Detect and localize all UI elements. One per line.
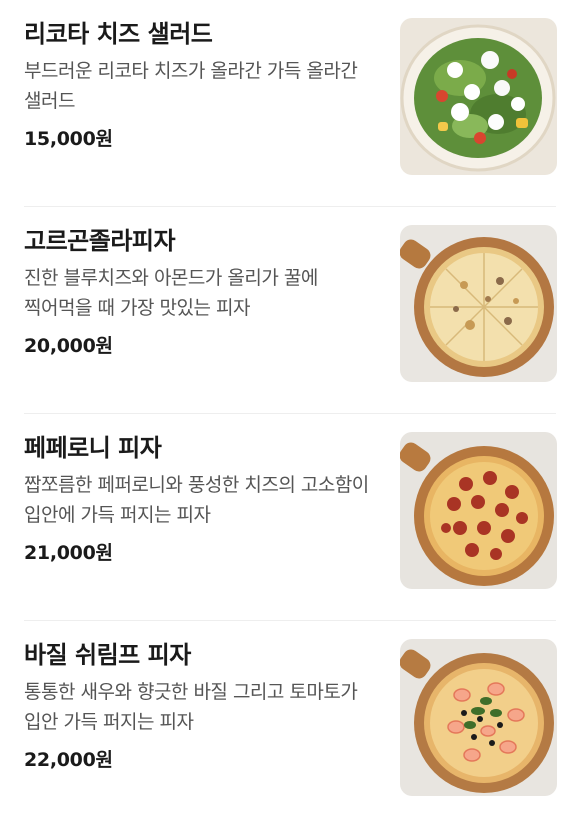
basil-shrimp-pizza-photo[interactable] [400,639,557,796]
menu-item-price: 20,000원 [24,335,113,357]
menu-item-ricotta-salad[interactable]: 리코타 치즈 샐러드 부드러운 리코타 치즈가 올라간 가득 올라간 샐러드 1… [0,0,580,207]
menu-item-description: 통통한 새우와 향긋한 바질 그리고 토마토가 입안 가득 퍼지는 피자 [24,681,358,733]
menu-item-price: 15,000원 [24,128,113,150]
menu-item-pepperoni-pizza[interactable]: 페페로니 피자 짭쪼름한 페퍼로니와 풍성한 치즈의 고소함이 입안에 가득 퍼… [0,414,580,621]
menu-list: 리코타 치즈 샐러드 부드러운 리코타 치즈가 올라간 가득 올라간 샐러드 1… [0,0,580,821]
menu-item-price: 21,000원 [24,542,113,564]
pepperoni-pizza-photo[interactable] [400,432,557,589]
gorgonzola-pizza-photo[interactable] [400,225,557,382]
menu-item-description: 진한 블루치즈와 아몬드가 올리가 꿀에 찍어먹을 때 가장 맛있는 피자 [24,267,318,319]
menu-item-name: 바질 쉬림프 피자 [24,641,191,669]
menu-item-name: 고르곤졸라피자 [24,227,176,255]
menu-item-description: 부드러운 리코타 치즈가 올라간 가득 올라간 샐러드 [24,60,358,112]
menu-item-gorgonzola-pizza[interactable]: 고르곤졸라피자 진한 블루치즈와 아몬드가 올리가 꿀에 찍어먹을 때 가장 맛… [0,207,580,414]
ricotta-salad-photo[interactable] [400,18,557,175]
menu-item-basil-shrimp-pizza[interactable]: 바질 쉬림프 피자 통통한 새우와 향긋한 바질 그리고 토마토가 입안 가득 … [0,621,580,828]
menu-item-name: 페페로니 피자 [24,434,162,462]
menu-item-description: 짭쪼름한 페퍼로니와 풍성한 치즈의 고소함이 입안에 가득 퍼지는 피자 [24,474,369,526]
menu-item-price: 22,000원 [24,749,113,771]
menu-item-name: 리코타 치즈 샐러드 [24,20,213,48]
